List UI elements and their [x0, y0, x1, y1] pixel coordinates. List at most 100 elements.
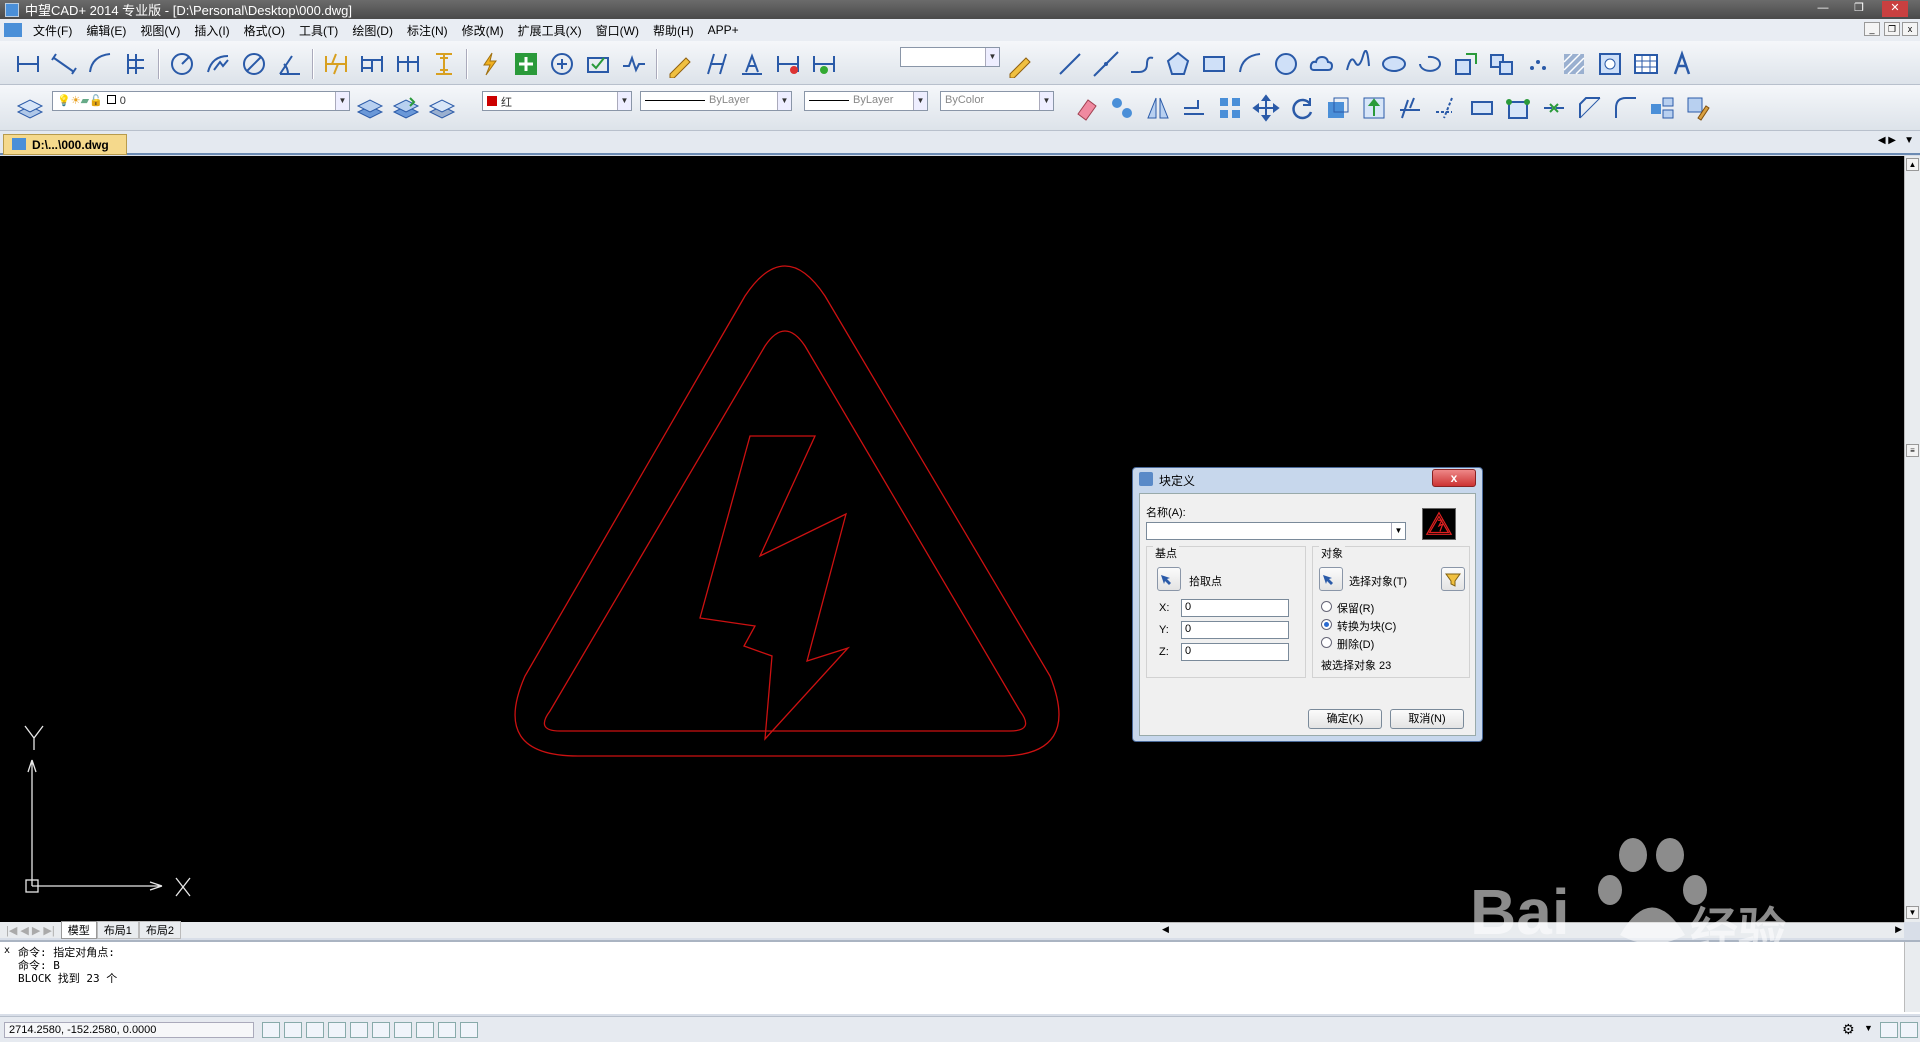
settings-gear-icon[interactable]: ⚙ — [1842, 1021, 1855, 1038]
menu-help[interactable]: 帮助(H) — [646, 22, 701, 39]
scroll-down-button[interactable]: ▼ — [1906, 906, 1919, 919]
select-objects-button[interactable] — [1319, 567, 1343, 591]
close-button[interactable]: ✕ — [1882, 1, 1908, 17]
scale-icon[interactable] — [1320, 91, 1356, 125]
aligned-dimension-icon[interactable] — [46, 47, 82, 81]
doc-minimize-button[interactable]: _ — [1864, 22, 1880, 36]
rotate-icon[interactable] — [1284, 91, 1320, 125]
dynamic-input-icon[interactable] — [438, 1022, 456, 1038]
menu-modify[interactable]: 修改(M) — [455, 22, 511, 39]
menu-format[interactable]: 格式(O) — [237, 22, 292, 39]
delete-radio[interactable] — [1321, 637, 1332, 648]
revision-cloud-icon[interactable] — [1304, 47, 1340, 81]
scroll-left-button[interactable]: ◀ — [1162, 924, 1169, 935]
spline-icon[interactable] — [1340, 47, 1376, 81]
dynamic-ucs-icon[interactable] — [394, 1022, 412, 1038]
dialog-close-button[interactable]: x — [1432, 469, 1476, 487]
scroll-thumb[interactable]: ≡ — [1906, 444, 1919, 457]
block-name-dropdown-arrow[interactable]: ▼ — [1391, 523, 1405, 539]
status-menu-arrow-icon[interactable]: ▼ — [1864, 1023, 1873, 1033]
maximize-button[interactable]: ❐ — [1846, 1, 1872, 17]
clean-screen-icon[interactable] — [1880, 1022, 1898, 1038]
object-snap-tracking-icon[interactable] — [372, 1022, 390, 1038]
pick-point-button[interactable] — [1157, 567, 1181, 591]
layer-manager-icon[interactable] — [12, 91, 48, 125]
arc-icon[interactable] — [1232, 47, 1268, 81]
menu-draw[interactable]: 绘图(D) — [345, 22, 400, 39]
center-mark-plus-icon[interactable] — [508, 47, 544, 81]
minimize-button[interactable]: — — [1810, 1, 1836, 17]
vertical-scrollbar[interactable]: ▲ ≡ ▼ — [1904, 156, 1920, 922]
fullscreen-icon[interactable] — [1900, 1022, 1918, 1038]
menu-window[interactable]: 窗口(W) — [589, 22, 646, 39]
make-layer-current-icon[interactable] — [352, 91, 388, 125]
quick-select-button[interactable] — [1441, 567, 1465, 591]
menu-app-plus[interactable]: APP+ — [701, 23, 746, 37]
basepoint-y-input[interactable]: 0 — [1181, 621, 1289, 639]
layer-previous-icon[interactable] — [388, 91, 424, 125]
tab-list-dropdown[interactable]: ▼ — [1904, 135, 1914, 146]
plotstyle-combo[interactable]: ByColor ▼ — [940, 91, 1054, 111]
linetype-combo[interactable]: ByLayer ▼ — [640, 91, 792, 111]
basepoint-x-input[interactable]: 0 — [1181, 599, 1289, 617]
tab-scroll-arrows[interactable]: ◀ ▶ — [1878, 135, 1896, 146]
baseline-dimension-icon[interactable] — [354, 47, 390, 81]
angular-dimension-icon[interactable] — [272, 47, 308, 81]
block-name-input[interactable]: ▼ — [1146, 522, 1406, 540]
fillet-icon[interactable] — [1608, 91, 1644, 125]
command-close-icon[interactable]: x — [4, 944, 10, 957]
tolerance-icon[interactable] — [472, 47, 508, 81]
multiline-text-icon[interactable] — [1664, 47, 1700, 81]
grid-display-icon[interactable] — [284, 1022, 302, 1038]
region-icon[interactable] — [1592, 47, 1628, 81]
snap-mode-icon[interactable] — [262, 1022, 280, 1038]
oblique-dimension-icon[interactable] — [698, 47, 734, 81]
layout-nav-arrows[interactable]: |◀ ◀ ▶ ▶| — [0, 924, 61, 937]
insert-block-icon[interactable] — [1448, 47, 1484, 81]
explode-icon[interactable] — [1644, 91, 1680, 125]
menu-tools[interactable]: 工具(T) — [292, 22, 345, 39]
ordinate-dimension-icon[interactable] — [118, 47, 154, 81]
polyline-icon[interactable] — [1124, 47, 1160, 81]
color-combo[interactable]: 红 ▼ — [482, 91, 632, 111]
menu-express-tools[interactable]: 扩展工具(X) — [511, 22, 589, 39]
dimension-override-icon[interactable] — [806, 47, 842, 81]
drawing-canvas[interactable] — [0, 156, 1904, 922]
menu-dimension[interactable]: 标注(N) — [400, 22, 455, 39]
polygon-icon[interactable] — [1160, 47, 1196, 81]
lineweight-display-icon[interactable] — [416, 1022, 434, 1038]
join-icon[interactable] — [1500, 91, 1536, 125]
scroll-up-button[interactable]: ▲ — [1906, 158, 1919, 171]
ellipse-icon[interactable] — [1376, 47, 1412, 81]
move-icon[interactable] — [1248, 91, 1284, 125]
document-tab[interactable]: D:\...\000.dwg — [3, 134, 127, 155]
jogged-dimension-icon[interactable] — [200, 47, 236, 81]
linear-dimension-icon[interactable] — [10, 47, 46, 81]
rectangle-icon[interactable] — [1196, 47, 1232, 81]
basepoint-z-input[interactable]: 0 — [1181, 643, 1289, 661]
offset-icon[interactable] — [1176, 91, 1212, 125]
menu-file[interactable]: 文件(F) — [26, 22, 79, 39]
scroll-right-button[interactable]: ▶ — [1895, 924, 1902, 935]
dimension-update-icon[interactable] — [770, 47, 806, 81]
mirror-icon[interactable] — [1140, 91, 1176, 125]
tab-layout2[interactable]: 布局2 — [138, 921, 181, 939]
elliptical-arc-icon[interactable] — [1412, 47, 1448, 81]
construction-line-icon[interactable] — [1088, 47, 1124, 81]
inspection-icon[interactable] — [580, 47, 616, 81]
point-icon[interactable] — [1520, 47, 1556, 81]
quick-dimension-icon[interactable] — [318, 47, 354, 81]
dimension-text-edit-icon[interactable] — [734, 47, 770, 81]
doc-restore-button[interactable]: ❐ — [1884, 22, 1900, 36]
dim-style-combo[interactable]: ▼ — [900, 47, 1000, 67]
lineweight-combo[interactable]: ByLayer ▼ — [804, 91, 928, 111]
layer-states-icon[interactable] — [424, 91, 460, 125]
tab-layout1[interactable]: 布局1 — [96, 921, 139, 939]
radius-dimension-icon[interactable] — [164, 47, 200, 81]
trim-icon[interactable] — [1392, 91, 1428, 125]
cancel-button[interactable]: 取消(N) — [1390, 709, 1464, 729]
hatch-icon[interactable] — [1556, 47, 1592, 81]
jogged-linear-icon[interactable] — [616, 47, 652, 81]
layer-combo[interactable]: 💡☀▰🔓 0 ▼ — [52, 91, 350, 111]
ok-button[interactable]: 确定(K) — [1308, 709, 1382, 729]
